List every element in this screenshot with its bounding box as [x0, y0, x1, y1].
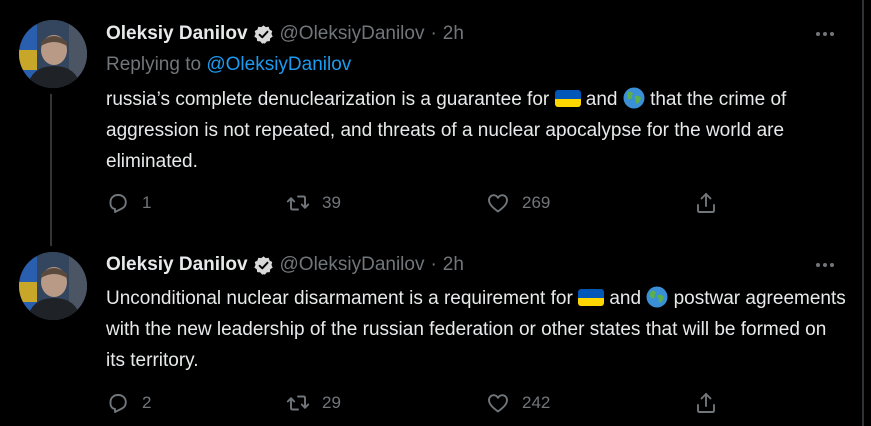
replying-to-label: Replying to [106, 54, 202, 75]
reply-count: 2 [142, 393, 152, 412]
tweet-text: russia’s complete denuclearization is a … [106, 84, 846, 177]
replying-to-mention[interactable]: @OleksiyDanilov [206, 54, 351, 75]
heart-icon [488, 394, 508, 413]
separator-dot: · [430, 23, 437, 44]
globe-emoji [623, 87, 645, 109]
tweet-header: Oleksiy Danilov @OleksiyDanilov · 2h [106, 252, 464, 278]
like-count: 242 [522, 393, 551, 412]
retweet-button[interactable]: 29 [286, 390, 341, 416]
share-button[interactable] [694, 190, 718, 216]
ukraine-flag-emoji [554, 90, 581, 107]
more-options-icon[interactable] [812, 252, 838, 278]
share-icon [697, 193, 715, 213]
globe-emoji [646, 286, 668, 308]
heart-icon [488, 194, 508, 213]
tweet-text-part: and [609, 288, 642, 309]
tweet-timestamp[interactable]: 2h [443, 23, 464, 45]
share-button[interactable] [694, 390, 718, 416]
retweet-button[interactable]: 39 [286, 190, 341, 216]
share-icon [697, 393, 715, 413]
verified-badge-icon [253, 24, 274, 45]
author-handle[interactable]: @OleksiyDanilov [280, 23, 425, 45]
timeline-border [862, 0, 864, 426]
ukraine-flag-emoji [578, 289, 605, 306]
retweet-icon [286, 395, 310, 411]
reply-count: 1 [142, 193, 152, 212]
like-button[interactable]: 269 [486, 190, 550, 216]
retweet-count: 29 [322, 393, 341, 412]
tweet-header: Oleksiy Danilov @OleksiyDanilov · 2h [106, 21, 464, 47]
retweet-count: 39 [322, 193, 341, 212]
verified-badge-icon [253, 255, 274, 276]
reply-button[interactable]: 2 [106, 390, 151, 416]
like-count: 269 [522, 193, 551, 212]
reply-icon [109, 394, 127, 413]
tweet-actions: 2 29 242 [106, 390, 726, 416]
avatar[interactable] [19, 252, 87, 320]
author-name[interactable]: Oleksiy Danilov [106, 23, 248, 45]
author-name[interactable]: Oleksiy Danilov [106, 254, 248, 276]
reply-icon [109, 194, 127, 213]
tweet-text-part: and [585, 89, 618, 110]
like-button[interactable]: 242 [486, 390, 550, 416]
tweet-timestamp[interactable]: 2h [443, 254, 464, 276]
author-handle[interactable]: @OleksiyDanilov [280, 254, 425, 276]
tweet[interactable]: Oleksiy Danilov @OleksiyDanilov · 2h Unc… [0, 246, 862, 426]
separator-dot: · [430, 254, 437, 275]
more-options-icon[interactable] [812, 21, 838, 47]
avatar[interactable] [19, 20, 87, 88]
tweet-actions: 1 39 269 [106, 190, 726, 216]
tweet-text-part: russia’s complete denuclearization is a … [106, 89, 550, 110]
tweet[interactable]: Oleksiy Danilov @OleksiyDanilov · 2h Rep… [0, 0, 862, 246]
tweet-text-part: Unconditional nuclear disarmament is a r… [106, 288, 573, 309]
replying-to: Replying to @OleksiyDanilov [106, 54, 351, 76]
tweet-text: Unconditional nuclear disarmament is a r… [106, 283, 846, 376]
retweet-icon [286, 195, 310, 211]
reply-button[interactable]: 1 [106, 190, 151, 216]
